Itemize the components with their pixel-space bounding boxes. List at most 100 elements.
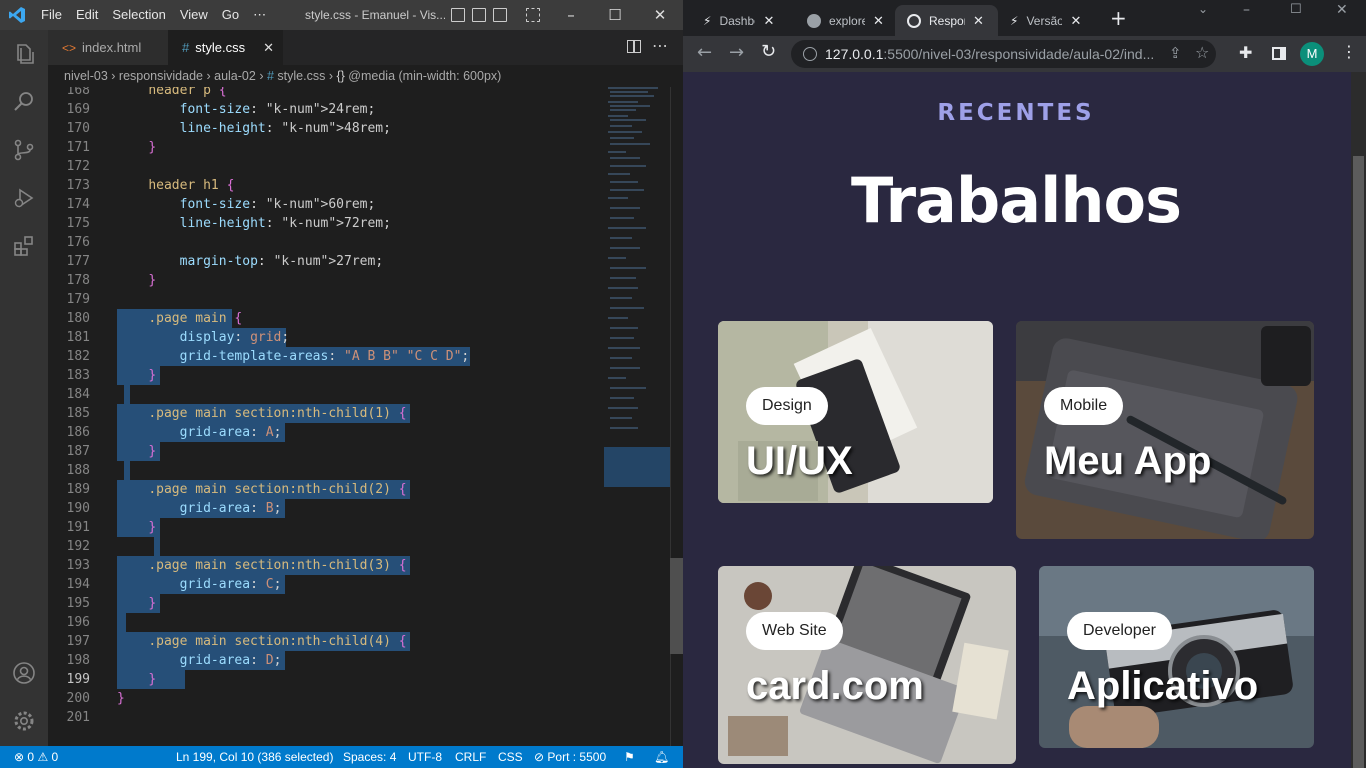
code-line[interactable]: 181 display: grid; — [48, 328, 604, 347]
close-tab-icon[interactable]: ✕ — [873, 13, 884, 29]
editor-scrollbar-thumb[interactable] — [670, 558, 683, 654]
tab-index-html[interactable]: <> index.html — [48, 30, 168, 65]
customize-layout-icon[interactable] — [526, 8, 540, 22]
minimap[interactable] — [604, 87, 670, 746]
side-panel-icon[interactable] — [1272, 47, 1286, 60]
chrome-tab-versao[interactable]: ⚡︎ Versão ✕ — [998, 5, 1098, 36]
breadcrumb-folder[interactable]: responsividade — [119, 69, 203, 83]
tab-style-css[interactable]: # style.css ✕ — [168, 30, 283, 65]
code-line[interactable]: 171 } — [48, 138, 604, 157]
maximize-icon[interactable]: ☐ — [592, 0, 638, 30]
code-line[interactable]: 198 grid-area: D; — [48, 651, 604, 670]
page-scrollbar-thumb[interactable] — [1353, 156, 1364, 768]
breadcrumb-folder[interactable]: nivel-03 — [64, 69, 108, 83]
info-icon[interactable] — [803, 47, 817, 61]
code-line[interactable]: 185 .page main section:nth-child(1) { — [48, 404, 604, 423]
menu-view[interactable]: View — [173, 0, 215, 30]
code-line[interactable]: 179 — [48, 290, 604, 309]
code-line[interactable]: 200} — [48, 689, 604, 708]
settings-gear-icon[interactable] — [12, 709, 36, 733]
code-line[interactable]: 175 line-height: "k-num">72rem; — [48, 214, 604, 233]
bookmark-star-icon[interactable]: ☆ — [1195, 43, 1209, 62]
code-line[interactable]: 191 } — [48, 518, 604, 537]
close-tab-icon[interactable]: ✕ — [973, 13, 984, 29]
cursor-position[interactable]: Ln 199, Col 10 (386 selected) — [176, 746, 333, 768]
toggle-sidebar-icon[interactable] — [451, 8, 465, 22]
language-mode[interactable]: CSS — [498, 746, 523, 768]
code-line[interactable]: 201 — [48, 708, 604, 727]
code-line[interactable]: 169 font-size: "k-num">24rem; — [48, 100, 604, 119]
card-card-com[interactable]: Web Site card.com — [718, 566, 1016, 764]
chrome-tab-responsividade[interactable]: Respon ✕ — [895, 5, 998, 36]
code-line[interactable]: 182 grid-template-areas: "A B B" "C C D"… — [48, 347, 604, 366]
reload-icon[interactable]: ↻ — [761, 41, 776, 62]
notifications-bell-icon[interactable]: 🔔︎ — [654, 746, 669, 768]
forward-arrow-icon[interactable]: → — [729, 42, 744, 63]
accounts-icon[interactable] — [12, 661, 36, 685]
search-icon[interactable] — [12, 90, 36, 114]
extensions-icon[interactable] — [12, 234, 36, 258]
address-bar[interactable]: 127.0.0.1:5500/nivel-03/responsividade/a… — [791, 40, 1216, 68]
menu-go[interactable]: Go — [215, 0, 246, 30]
menu-file[interactable]: File — [34, 0, 69, 30]
chrome-tab-dashboard[interactable]: ⚡︎ Dashbo ✕ — [691, 5, 795, 36]
menu-selection[interactable]: Selection — [105, 0, 172, 30]
feedback-icon[interactable]: ⚑ — [624, 746, 635, 768]
code-line[interactable]: 186 grid-area: A; — [48, 423, 604, 442]
code-line[interactable]: 197 .page main section:nth-child(4) { — [48, 632, 604, 651]
code-line[interactable]: 180 .page main { — [48, 309, 604, 328]
run-debug-icon[interactable] — [12, 186, 36, 210]
chrome-tab-explore[interactable]: explore ✕ — [795, 5, 895, 36]
code-editor[interactable]: 168 header p {169 font-size: "k-num">24r… — [48, 87, 604, 746]
code-line[interactable]: 192 — [48, 537, 604, 556]
profile-avatar[interactable]: M — [1300, 42, 1324, 66]
code-line[interactable]: 188 — [48, 461, 604, 480]
code-line[interactable]: 183 } — [48, 366, 604, 385]
source-control-icon[interactable] — [12, 138, 36, 162]
code-line[interactable]: 189 .page main section:nth-child(2) { — [48, 480, 604, 499]
breadcrumb-folder[interactable]: aula-02 — [214, 69, 256, 83]
menu-edit[interactable]: Edit — [69, 0, 105, 30]
close-window-icon[interactable]: ✕ — [1336, 2, 1348, 18]
code-line[interactable]: 176 — [48, 233, 604, 252]
code-line[interactable]: 194 grid-area: C; — [48, 575, 604, 594]
close-tab-icon[interactable]: ✕ — [1070, 13, 1081, 29]
problems-indicator[interactable]: ⊗ 0 ⚠ 0 — [14, 746, 58, 768]
close-tab-icon[interactable]: ✕ — [263, 40, 274, 56]
code-line[interactable]: 178 } — [48, 271, 604, 290]
code-line[interactable]: 195 } — [48, 594, 604, 613]
code-line[interactable]: 174 font-size: "k-num">60rem; — [48, 195, 604, 214]
code-line[interactable]: 170 line-height: "k-num">48rem; — [48, 119, 604, 138]
card-meu-app[interactable]: Mobile Meu App — [1016, 321, 1314, 539]
new-tab-button[interactable]: + — [1110, 6, 1127, 30]
breadcrumb-file[interactable]: style.css — [277, 69, 325, 83]
end-of-line[interactable]: CRLF — [455, 746, 486, 768]
indentation[interactable]: Spaces: 4 — [343, 746, 396, 768]
maximize-icon[interactable]: ☐ — [1290, 2, 1302, 17]
code-line[interactable]: 173 header h1 { — [48, 176, 604, 195]
close-tab-icon[interactable]: ✕ — [763, 13, 774, 29]
minimize-icon[interactable]: – — [548, 0, 594, 30]
live-server-port[interactable]: ⊘ Port : 5500 — [534, 746, 606, 768]
code-line[interactable]: 199 } — [48, 670, 604, 689]
breadcrumb-symbol[interactable]: @media (min-width: 600px) — [348, 69, 501, 83]
tab-search-chevron-icon[interactable]: ⌄ — [1198, 2, 1208, 16]
card-ui-ux[interactable]: Design UI/UX — [718, 321, 993, 503]
editor-more-actions-icon[interactable]: ⋯ — [652, 36, 668, 55]
code-line[interactable]: 168 header p { — [48, 87, 604, 100]
card-aplicativo[interactable]: Developer Aplicativo — [1039, 566, 1314, 748]
menu-more[interactable]: ⋯ — [246, 0, 273, 30]
chrome-menu-icon[interactable]: ⋮ — [1341, 42, 1357, 61]
back-arrow-icon[interactable]: ← — [697, 42, 712, 63]
toggle-secondary-sidebar-icon[interactable] — [493, 8, 507, 22]
code-line[interactable]: 187 } — [48, 442, 604, 461]
extensions-puzzle-icon[interactable]: ✚ — [1239, 43, 1252, 62]
minimize-icon[interactable]: – — [1243, 2, 1250, 18]
code-line[interactable]: 172 — [48, 157, 604, 176]
code-line[interactable]: 196 — [48, 613, 604, 632]
code-line[interactable]: 190 grid-area: B; — [48, 499, 604, 518]
code-line[interactable]: 193 .page main section:nth-child(3) { — [48, 556, 604, 575]
explorer-icon[interactable] — [12, 42, 36, 66]
toggle-panel-icon[interactable] — [472, 8, 486, 22]
code-line[interactable]: 184 — [48, 385, 604, 404]
